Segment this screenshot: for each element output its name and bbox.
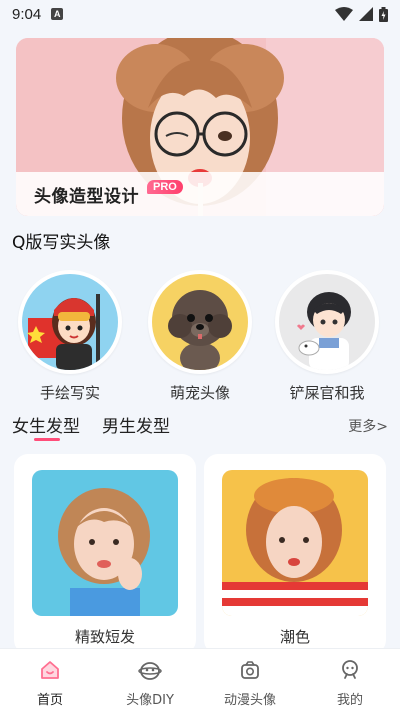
battery-icon bbox=[379, 6, 388, 22]
card-photo bbox=[32, 470, 178, 616]
category-pet-owner[interactable]: 铲屎官和我 bbox=[272, 270, 382, 403]
notification-icon: A bbox=[51, 8, 64, 20]
category-pet[interactable]: 萌宠头像 bbox=[145, 270, 255, 403]
short-hair-photo bbox=[32, 470, 178, 616]
nav-label: 头像DIY bbox=[126, 693, 174, 708]
nav-label: 动漫头像 bbox=[223, 693, 276, 708]
signal-icon bbox=[359, 7, 373, 21]
nav-profile[interactable]: 我的 bbox=[300, 649, 400, 711]
category-label: 手绘写实 bbox=[39, 384, 100, 402]
pet-owner-illustration bbox=[279, 274, 375, 370]
hairstyle-card-short[interactable]: 精致短发 bbox=[14, 454, 196, 654]
nav-label: 我的 bbox=[336, 693, 363, 708]
card-photo bbox=[222, 470, 368, 616]
hand-drawn-illustration bbox=[22, 274, 118, 370]
wifi-icon bbox=[335, 7, 353, 21]
bottom-nav: 首页 头像DIY 动漫头像 我的 bbox=[0, 648, 400, 711]
nav-avatar-diy[interactable]: 头像DIY bbox=[100, 649, 200, 711]
anime-camera-icon bbox=[241, 661, 259, 679]
hairstyle-tabs: 女生发型 男生发型 bbox=[12, 412, 170, 441]
tab-female-hairstyle[interactable]: 女生发型 bbox=[12, 412, 80, 441]
category-avatar bbox=[275, 270, 379, 374]
section-title: Q版写实头像 bbox=[12, 233, 111, 253]
status-bar: 9:04 A bbox=[0, 0, 400, 28]
colored-hair-photo bbox=[222, 470, 368, 616]
category-label: 萌宠头像 bbox=[169, 384, 230, 402]
home-icon bbox=[41, 661, 59, 679]
pro-badge: PRO bbox=[147, 180, 183, 194]
card-label: 潮色 bbox=[279, 628, 310, 646]
card-label: 精致短发 bbox=[74, 628, 135, 646]
nav-home[interactable]: 首页 bbox=[0, 649, 100, 711]
nav-label: 首页 bbox=[36, 693, 63, 708]
banner-title: 头像造型设计 bbox=[34, 186, 139, 207]
poodle-illustration bbox=[152, 274, 248, 370]
alien-face-icon bbox=[138, 662, 162, 680]
hairstyle-design-banner[interactable]: 头像造型设计 PRO bbox=[16, 38, 384, 216]
status-icons bbox=[335, 6, 388, 22]
hairstyle-card-color[interactable]: 潮色 bbox=[204, 454, 386, 654]
category-label: 铲屎官和我 bbox=[289, 384, 365, 402]
profile-icon bbox=[342, 660, 358, 679]
banner-caption: 头像造型设计 PRO bbox=[16, 172, 384, 216]
category-avatar bbox=[148, 270, 252, 374]
nav-anime-avatar[interactable]: 动漫头像 bbox=[200, 649, 300, 711]
category-avatar bbox=[18, 270, 122, 374]
tab-male-hairstyle[interactable]: 男生发型 bbox=[102, 412, 170, 437]
status-time: 9:04 bbox=[12, 5, 42, 23]
more-link[interactable]: 更多> bbox=[348, 416, 388, 436]
category-hand-drawn[interactable]: 手绘写实 bbox=[15, 270, 125, 403]
